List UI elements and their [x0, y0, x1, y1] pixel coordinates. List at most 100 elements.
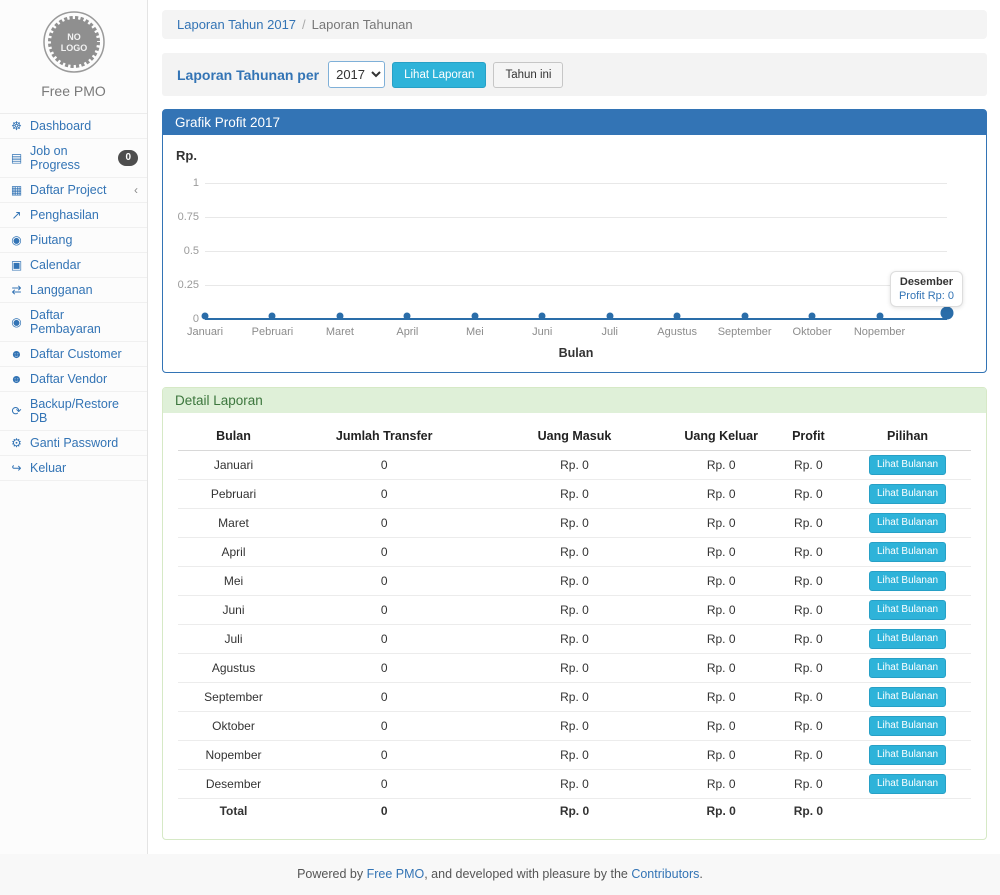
footer-link-free-pmo[interactable]: Free PMO	[367, 867, 425, 881]
page-footer: Powered by Free PMO, and developed with …	[0, 854, 1000, 895]
data-point-maret[interactable]	[336, 313, 343, 320]
cell-keluar: Rp. 0	[670, 741, 773, 770]
gridline	[205, 285, 947, 286]
profit-series-line	[205, 318, 947, 320]
lihat-laporan-button[interactable]: Lihat Laporan	[392, 62, 486, 88]
cell-masuk: Rp. 0	[479, 509, 669, 538]
column-header-profit: Profit	[773, 421, 844, 451]
y-axis-tick: 0.75	[165, 211, 199, 223]
cell-bulan: Juli	[178, 625, 289, 654]
sidebar-item-daftar-customer[interactable]: ☻Daftar Customer	[0, 342, 147, 367]
lihat-bulanan-button-nopember[interactable]: Lihat Bulanan	[869, 745, 946, 765]
cell-jumlah: 0	[289, 654, 479, 683]
cell-profit: Rp. 0	[773, 683, 844, 712]
cell-keluar: Rp. 0	[670, 596, 773, 625]
sidebar-item-dashboard[interactable]: ☸Dashboard	[0, 114, 147, 139]
data-point-januari[interactable]	[202, 313, 209, 320]
cell-bulan: April	[178, 538, 289, 567]
lihat-bulanan-button-april[interactable]: Lihat Bulanan	[869, 542, 946, 562]
cell-masuk: Rp. 0	[479, 625, 669, 654]
lihat-bulanan-button-mei[interactable]: Lihat Bulanan	[869, 571, 946, 591]
table-row-agustus: Agustus0Rp. 0Rp. 0Rp. 0Lihat Bulanan	[178, 654, 971, 683]
sidebar-item-backup-restore-db[interactable]: ⟳Backup/Restore DB	[0, 392, 147, 431]
cell-pilihan: Lihat Bulanan	[844, 770, 971, 799]
footer-link-contributors[interactable]: Contributors	[631, 867, 699, 881]
svg-text:LOGO: LOGO	[60, 43, 87, 53]
sidebar-item-label: Keluar	[30, 461, 66, 475]
lihat-bulanan-button-september[interactable]: Lihat Bulanan	[869, 687, 946, 707]
cell-jumlah: 0	[289, 625, 479, 654]
report-table: BulanJumlah TransferUang MasukUang Kelua…	[178, 421, 971, 823]
data-point-september[interactable]	[741, 313, 748, 320]
data-point-nopember[interactable]	[876, 313, 883, 320]
tooltip-profit-value: Profit Rp: 0	[899, 290, 954, 302]
cell-profit: Rp. 0	[773, 509, 844, 538]
cell-jumlah: 0	[289, 538, 479, 567]
cell-keluar: Rp. 0	[670, 538, 773, 567]
tooltip-month: Desember	[899, 276, 954, 288]
data-point-agustus[interactable]	[674, 313, 681, 320]
data-point-april[interactable]	[404, 313, 411, 320]
sidebar-item-daftar-vendor[interactable]: ☻Daftar Vendor	[0, 367, 147, 392]
lihat-bulanan-button-juli[interactable]: Lihat Bulanan	[869, 629, 946, 649]
cell-keluar: Rp. 0	[670, 480, 773, 509]
sidebar-item-calendar[interactable]: ▣Calendar	[0, 253, 147, 278]
gridline	[205, 217, 947, 218]
sidebar-item-label: Daftar Project	[30, 183, 106, 197]
cell-keluar: Rp. 0	[670, 683, 773, 712]
lihat-bulanan-button-januari[interactable]: Lihat Bulanan	[869, 455, 946, 475]
breadcrumb-link-laporan-tahun[interactable]: Laporan Tahun 2017	[177, 17, 296, 32]
sidebar-item-keluar[interactable]: ↪Keluar	[0, 456, 147, 481]
cell-masuk: Rp. 0	[479, 567, 669, 596]
sidebar-menu: ☸Dashboard▤Job on Progress0 ▦ Daftar Proje…	[0, 113, 147, 481]
cell-keluar: Rp. 0	[670, 654, 773, 683]
count-badge: 0	[118, 150, 138, 166]
sidebar-item-penghasilan[interactable]: ↗Penghasilan	[0, 203, 147, 228]
lock-icon: ⚙	[9, 436, 24, 450]
data-point-pebruari[interactable]	[269, 313, 276, 320]
x-axis-label: Oktober	[793, 326, 832, 338]
sidebar-item-job-on-progress[interactable]: ▤Job on Progress0	[0, 139, 147, 178]
cell-bulan: Nopember	[178, 741, 289, 770]
cell-profit: Rp. 0	[773, 770, 844, 799]
data-point-juni[interactable]	[539, 313, 546, 320]
lihat-bulanan-button-maret[interactable]: Lihat Bulanan	[869, 513, 946, 533]
cell-masuk: Rp. 0	[479, 654, 669, 683]
table-row-oktober: Oktober0Rp. 0Rp. 0Rp. 0Lihat Bulanan	[178, 712, 971, 741]
lihat-bulanan-button-agustus[interactable]: Lihat Bulanan	[869, 658, 946, 678]
sidebar-item-piutang[interactable]: ◉Piutang	[0, 228, 147, 253]
sidebar-item-label: Calendar	[30, 258, 81, 272]
sidebar-item-ganti-password[interactable]: ⚙Ganti Password	[0, 431, 147, 456]
cell-masuk: Rp. 0	[479, 480, 669, 509]
sidebar-item-langganan[interactable]: ⇄Langganan	[0, 278, 147, 303]
data-point-mei[interactable]	[471, 313, 478, 320]
cell-bulan: Pebruari	[178, 480, 289, 509]
table-icon: ▦	[9, 183, 24, 197]
breadcrumb-current: Laporan Tahunan	[312, 17, 413, 32]
data-point-desember[interactable]	[941, 307, 954, 320]
lihat-bulanan-button-juni[interactable]: Lihat Bulanan	[869, 600, 946, 620]
lihat-bulanan-button-desember[interactable]: Lihat Bulanan	[869, 774, 946, 794]
cell-bulan: Maret	[178, 509, 289, 538]
cell-bulan: Juni	[178, 596, 289, 625]
footer-text-middle: , and developed with pleasure by the	[424, 867, 631, 881]
cell-pilihan: Lihat Bulanan	[844, 741, 971, 770]
cell-jumlah: 0	[289, 683, 479, 712]
cell-jumlah: 0	[289, 596, 479, 625]
data-point-juli[interactable]	[606, 313, 613, 320]
tahun-ini-button[interactable]: Tahun ini	[493, 62, 563, 88]
cell-bulan: Oktober	[178, 712, 289, 741]
cell-pilihan: Lihat Bulanan	[844, 567, 971, 596]
lihat-bulanan-button-pebruari[interactable]: Lihat Bulanan	[869, 484, 946, 504]
cell-bulan: Desember	[178, 770, 289, 799]
gridline	[205, 251, 947, 252]
cell-profit: Rp. 0	[773, 538, 844, 567]
data-point-oktober[interactable]	[809, 313, 816, 320]
sidebar-item-daftar-project[interactable]: ▦Daftar Project‹	[0, 178, 147, 203]
breadcrumb: Laporan Tahun 2017/Laporan Tahunan	[162, 10, 987, 39]
sidebar-item-daftar-pembayaran[interactable]: ◉Daftar Pembayaran	[0, 303, 147, 342]
lihat-bulanan-button-oktober[interactable]: Lihat Bulanan	[869, 716, 946, 736]
year-select[interactable]: 2017	[328, 61, 385, 88]
money-icon: ◉	[9, 233, 24, 247]
cell-masuk: Rp. 0	[479, 770, 669, 799]
